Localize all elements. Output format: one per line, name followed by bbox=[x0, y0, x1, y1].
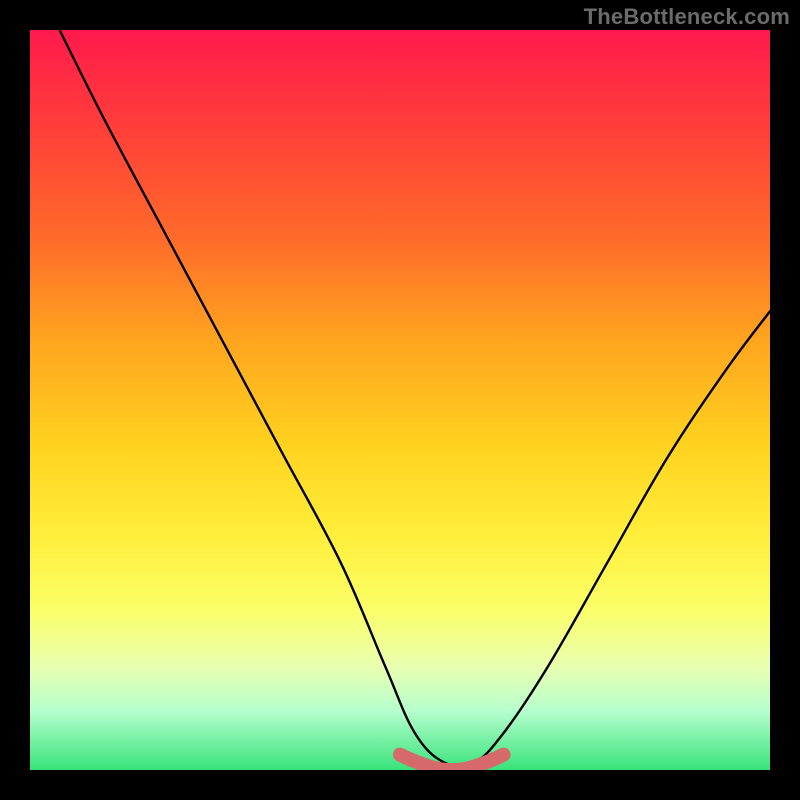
bottleneck-curve bbox=[60, 30, 770, 767]
plot-area bbox=[30, 30, 770, 770]
curve-layer bbox=[30, 30, 770, 770]
valley-highlight bbox=[400, 755, 504, 770]
chart-container: TheBottleneck.com bbox=[0, 0, 800, 800]
watermark-text: TheBottleneck.com bbox=[584, 4, 790, 30]
